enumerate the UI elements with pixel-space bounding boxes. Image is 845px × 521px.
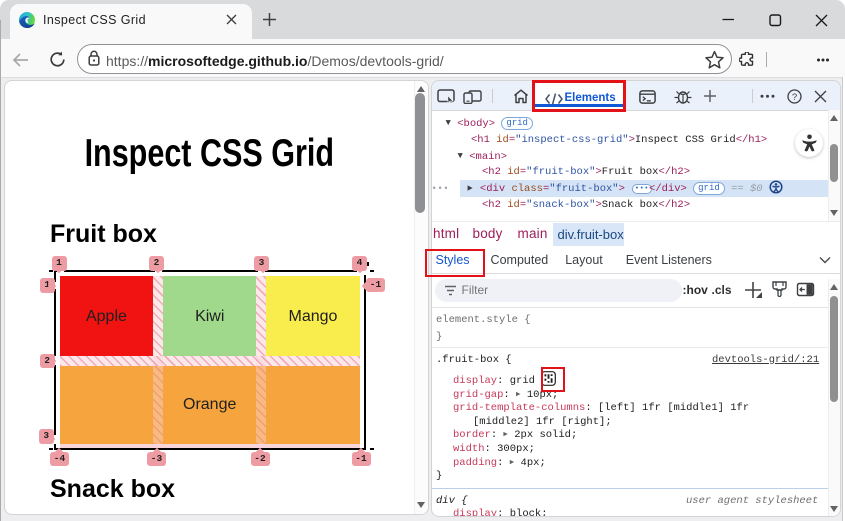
svg-text:?: ? [791, 92, 796, 103]
